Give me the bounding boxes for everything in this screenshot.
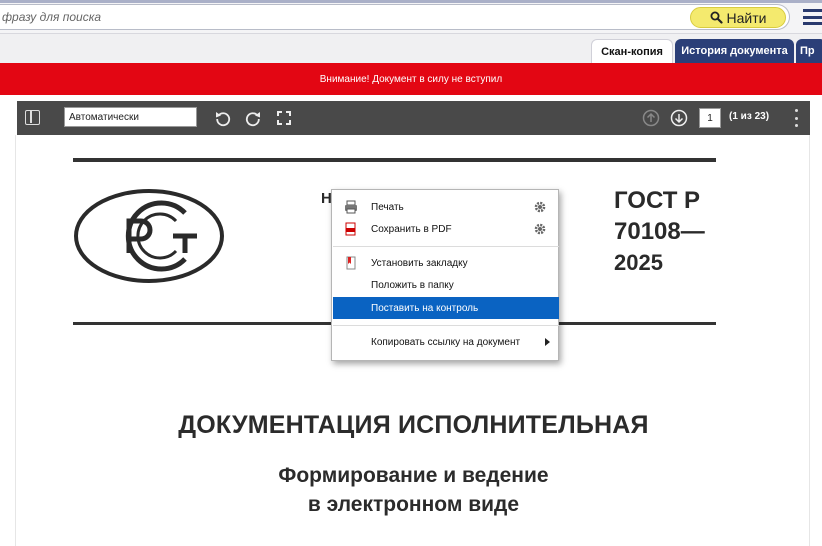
tab-scan-copy[interactable]: Скан-копия	[591, 39, 673, 63]
submenu-arrow-icon	[545, 338, 550, 346]
zoom-select-value: Автоматически	[69, 111, 139, 123]
rst-logo-icon	[73, 187, 225, 285]
tab-label: Скан-копия	[601, 45, 663, 58]
document-tabs: Скан-копия История документа Пр	[0, 34, 822, 63]
menu-item-label: Установить закладку	[371, 257, 468, 269]
zoom-select[interactable]: Автоматически	[64, 107, 197, 127]
pdf-icon	[344, 222, 358, 236]
document-subtitle-line: Формирование и ведение	[278, 464, 549, 487]
menu-item-label: Сохранить в PDF	[371, 223, 452, 235]
sidebar-toggle-icon[interactable]	[25, 110, 40, 125]
gear-icon[interactable]	[534, 223, 546, 235]
warning-banner: Внимание! Документ в силу не вступил	[0, 63, 822, 95]
printer-icon	[344, 200, 358, 214]
hamburger-menu-icon[interactable]	[803, 9, 822, 25]
menu-item-label: Поставить на контроль	[371, 302, 479, 314]
tab-label: История документа	[681, 45, 788, 57]
gost-code-line: ГОСТ Р	[614, 187, 701, 214]
gost-code: ГОСТ Р 70108— 2025	[614, 185, 705, 278]
next-page-icon[interactable]	[669, 108, 689, 128]
top-search-bar: Найти	[0, 0, 822, 34]
tab-document-history[interactable]: История документа	[675, 39, 794, 63]
menu-item-label: Печать	[371, 201, 404, 213]
menu-item-label: Копировать ссылку на документ	[371, 336, 521, 348]
menu-item-print[interactable]: Печать	[333, 196, 559, 218]
document-title: ДОКУМЕНТАЦИЯ ИСПОЛНИТЕЛЬНАЯ	[178, 411, 649, 439]
rotate-left-icon[interactable]	[213, 108, 233, 128]
previous-page-icon[interactable]	[641, 108, 661, 128]
rotate-right-icon[interactable]	[243, 108, 263, 128]
tab-partial[interactable]: Пр	[796, 39, 822, 63]
menu-item-label: Положить в папку	[371, 279, 454, 291]
gost-code-line: 70108—	[614, 218, 705, 245]
menu-item-set-bookmark[interactable]: Установить закладку	[333, 252, 559, 274]
menu-item-save-pdf[interactable]: Сохранить в PDF	[333, 218, 559, 240]
page-number-input[interactable]	[699, 108, 721, 128]
context-menu: Печать Сохранить в PDF Установить заклад…	[331, 189, 559, 361]
menu-separator	[333, 246, 559, 247]
top-rule	[73, 158, 716, 162]
fullscreen-icon[interactable]	[274, 108, 294, 128]
page-count: (1 из 23)	[729, 111, 770, 122]
menu-item-copy-link[interactable]: Копировать ссылку на документ	[333, 331, 559, 353]
tab-label: Пр	[800, 45, 815, 57]
gear-icon[interactable]	[534, 201, 546, 213]
gost-code-year: 2025	[614, 250, 663, 275]
search-button-label: Найти	[726, 9, 767, 26]
search-button[interactable]: Найти	[690, 7, 786, 28]
search-input[interactable]	[0, 4, 790, 30]
menu-item-put-in-folder[interactable]: Положить в папку	[333, 274, 559, 296]
warning-banner-text: Внимание! Документ в силу не вступил	[319, 73, 503, 85]
pdf-toolbar: Автоматически (1 из 23)	[17, 101, 810, 135]
document-subtitle-line: в электронном виде	[307, 493, 520, 516]
more-options-icon[interactable]	[793, 109, 799, 127]
menu-separator	[333, 325, 559, 326]
bookmark-icon	[344, 256, 358, 270]
topbar-accent-line	[0, 0, 822, 3]
document-subtitle: Формирование и ведение в электронном вид…	[16, 461, 811, 519]
menu-item-put-under-control[interactable]: Поставить на контроль	[333, 297, 559, 319]
search-icon	[710, 11, 723, 24]
